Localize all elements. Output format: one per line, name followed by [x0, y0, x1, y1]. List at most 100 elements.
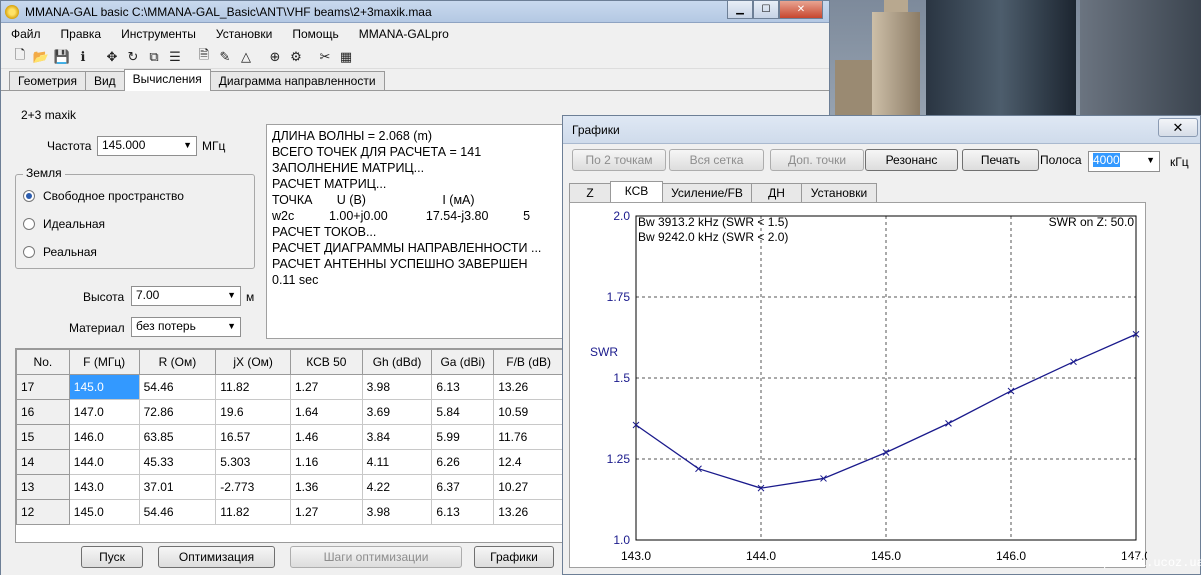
full-grid-button[interactable]: Вся сетка [669, 149, 764, 171]
tools-icon[interactable]: ✂ [316, 48, 334, 66]
row-number-cell[interactable]: 17 [16, 374, 70, 400]
graphs-title-bar[interactable]: Графики [563, 116, 1200, 144]
table-cell[interactable]: 1.27 [289, 374, 363, 400]
target-icon[interactable]: ⊕ [266, 48, 284, 66]
menu-tools[interactable]: Инструменты [121, 27, 196, 41]
row-number-cell[interactable]: 12 [16, 499, 70, 525]
table-cell[interactable]: 13.26 [493, 374, 564, 400]
tab-gain-fb[interactable]: Усиление/FB [662, 183, 752, 202]
table-cell[interactable]: 4.22 [361, 474, 433, 500]
tab-calculation[interactable]: Вычисления [123, 69, 211, 91]
table-cell[interactable]: 54.46 [138, 499, 217, 525]
table-cell[interactable]: 4.11 [361, 449, 433, 475]
table-cell[interactable]: 3.69 [361, 399, 433, 425]
table-cell[interactable]: 1.27 [289, 499, 363, 525]
triangle-icon[interactable]: △ [237, 48, 255, 66]
table-cell[interactable]: 6.37 [431, 474, 495, 500]
menu-help[interactable]: Помощь [292, 27, 338, 41]
table-row[interactable]: 15 146.0 63.85 16.57 1.46 3.84 5.99 11.76 [16, 424, 564, 450]
table-row[interactable]: 12 145.0 54.46 11.82 1.27 3.98 6.13 13.26 [16, 499, 564, 525]
info-icon[interactable]: ℹ [74, 48, 92, 66]
table-row[interactable]: 13 143.0 37.01 -2.773 1.36 4.22 6.37 10.27 [16, 474, 564, 500]
row-number-cell[interactable]: 16 [16, 399, 70, 425]
table-cell[interactable]: 1.46 [289, 424, 363, 450]
table-row[interactable]: 16 147.0 72.86 19.6 1.64 3.69 5.84 10.59 [16, 399, 564, 425]
close-button[interactable]: ✕ [779, 1, 823, 19]
document-icon[interactable]: 🗎 [195, 47, 213, 66]
move-icon[interactable]: ✥ [103, 48, 121, 66]
menu-edit[interactable]: Правка [61, 27, 102, 41]
graphs-close-button[interactable]: ✕ [1158, 118, 1198, 137]
graphs-button[interactable]: Графики [474, 546, 554, 568]
column-header[interactable]: КСВ 50 [289, 349, 363, 375]
table-cell[interactable]: 1.36 [289, 474, 363, 500]
table-cell[interactable]: 6.13 [431, 499, 495, 525]
band-combo[interactable]: 4000 ▼ [1088, 151, 1160, 172]
table-cell[interactable]: 143.0 [68, 474, 140, 500]
copy-icon[interactable]: ⧉ [145, 48, 163, 66]
row-number-cell[interactable]: 13 [16, 474, 70, 500]
table-cell[interactable]: 147.0 [68, 399, 140, 425]
table-cell[interactable]: 5.99 [431, 424, 495, 450]
row-number-cell[interactable]: 15 [16, 424, 70, 450]
tab-settings[interactable]: Установки [801, 183, 877, 202]
menu-file[interactable]: Файл [11, 27, 41, 41]
table-cell[interactable]: 10.59 [493, 399, 564, 425]
elements-icon[interactable]: ☰ [166, 48, 184, 66]
table-cell[interactable]: 3.98 [361, 499, 433, 525]
resonance-button[interactable]: Резонанс [865, 149, 958, 171]
row-number-cell[interactable]: 14 [16, 449, 70, 475]
table-cell[interactable]: 37.01 [138, 474, 217, 500]
table-cell[interactable]: 6.26 [431, 449, 495, 475]
column-header[interactable]: F (МГц) [68, 349, 140, 375]
table-cell[interactable]: 10.27 [493, 474, 564, 500]
column-header[interactable]: Gh (dBd) [361, 349, 433, 375]
minimize-button[interactable]: ▁ [727, 1, 753, 19]
table-cell[interactable]: 11.82 [215, 499, 291, 525]
column-header[interactable]: No. [16, 349, 70, 375]
radio-free-space[interactable]: Свободное пространство [23, 189, 184, 203]
tab-z[interactable]: Z [569, 183, 611, 202]
table-row[interactable]: 17 145.0 54.46 11.82 1.27 3.98 6.13 13.26 [16, 374, 564, 400]
table-cell[interactable]: 5.84 [431, 399, 495, 425]
table-cell[interactable]: 1.64 [289, 399, 363, 425]
extra-points-button[interactable]: Доп. точки [770, 149, 864, 171]
column-header[interactable]: F/B (dB) [493, 349, 564, 375]
table-row[interactable]: 14 144.0 45.33 5.303 1.16 4.11 6.26 12.4 [16, 449, 564, 475]
material-combo[interactable]: без потерь ▼ [131, 317, 241, 337]
table-cell[interactable]: 12.4 [493, 449, 564, 475]
table-cell[interactable]: 1.16 [289, 449, 363, 475]
main-title-bar[interactable]: MMANA-GAL basic C:\MMANA-GAL_Basic\ANT\V… [1, 1, 829, 23]
rotate-icon[interactable]: ↻ [124, 48, 142, 66]
menu-settings[interactable]: Установки [216, 27, 272, 41]
two-points-button[interactable]: По 2 точкам [572, 149, 666, 171]
tab-geometry[interactable]: Геометрия [9, 71, 86, 90]
table-cell[interactable]: 45.33 [138, 449, 217, 475]
table-cell[interactable]: 145.0 [68, 374, 140, 400]
column-header[interactable]: Ga (dBi) [431, 349, 495, 375]
frequency-combo[interactable]: 145.000 ▼ [97, 136, 197, 156]
print-button[interactable]: Печать [962, 149, 1039, 171]
radio-perfect-ground[interactable]: Идеальная [23, 217, 105, 231]
new-file-icon[interactable]: 🗋 [11, 47, 29, 66]
column-header[interactable]: jX (Ом) [215, 349, 291, 375]
tab-swr[interactable]: КСВ [610, 181, 663, 203]
tab-view[interactable]: Вид [84, 71, 125, 90]
edit-icon[interactable]: ✎ [216, 48, 234, 66]
table-cell[interactable]: -2.773 [215, 474, 291, 500]
table-cell[interactable]: 11.82 [215, 374, 291, 400]
tab-pattern[interactable]: Диаграмма направленности [209, 71, 385, 90]
radio-real-ground[interactable]: Реальная [23, 245, 97, 259]
table-cell[interactable]: 3.84 [361, 424, 433, 450]
optimization-steps-button[interactable]: Шаги оптимизации [290, 546, 462, 568]
table-cell[interactable]: 16.57 [215, 424, 291, 450]
settings-icon[interactable]: ⚙ [287, 48, 305, 66]
table-cell[interactable]: 146.0 [68, 424, 140, 450]
column-header[interactable]: R (Ом) [138, 349, 217, 375]
tab-pattern[interactable]: ДН [751, 183, 802, 202]
menu-pro[interactable]: MMANA-GALpro [359, 27, 449, 41]
save-icon[interactable]: 💾 [53, 48, 71, 66]
table-cell[interactable]: 144.0 [68, 449, 140, 475]
table-cell[interactable]: 19.6 [215, 399, 291, 425]
table-cell[interactable]: 63.85 [138, 424, 217, 450]
